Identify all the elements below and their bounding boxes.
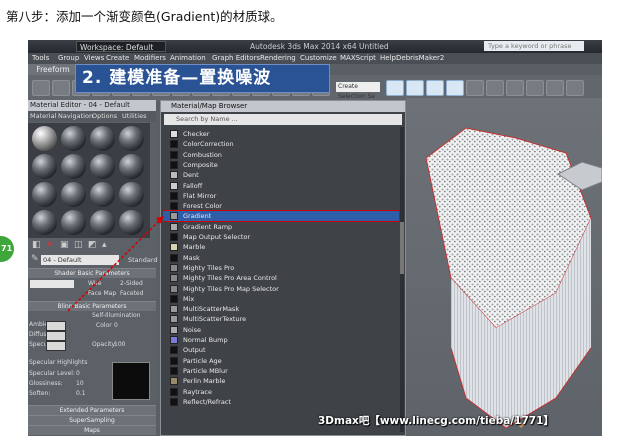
watermark-text: 3Dmax吧【www.linecg.com/tieba/1771】: [318, 415, 554, 427]
side-badge: 71: [0, 236, 14, 262]
caption: 第八步：添加一个渐变颜色(Gradient)的材质球。: [6, 9, 283, 24]
screenshot-3dsmax: Workspace: Default Autodesk 3ds Max 2014…: [28, 40, 602, 436]
callout-line: [67, 215, 165, 312]
callout-overlay: [67, 215, 165, 312]
